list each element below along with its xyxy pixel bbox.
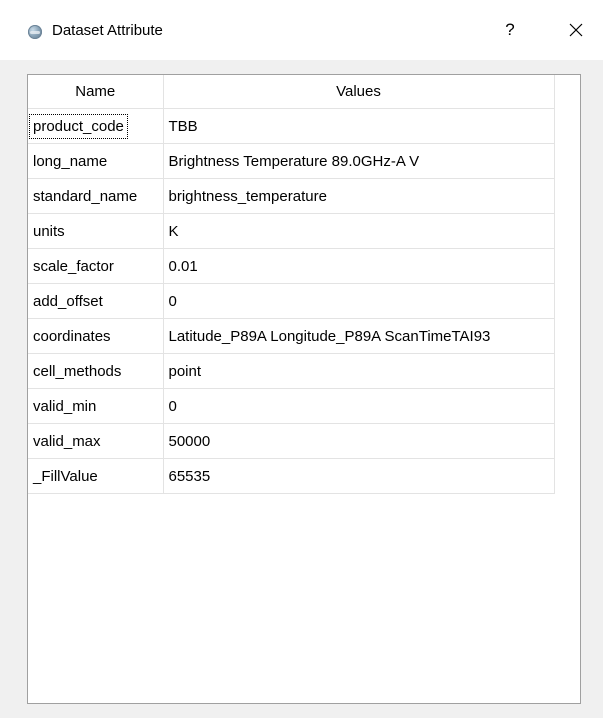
attribute-table-view[interactable]: Name Values product_code TBB long_name Brig… <box>27 74 581 704</box>
attribute-name-cell[interactable]: units <box>28 213 164 249</box>
attribute-name-cell[interactable]: add_offset <box>28 283 164 319</box>
app-icon <box>28 25 42 39</box>
attribute-value-cell[interactable]: Latitude_P89A Longitude_P89A ScanTimeTAI… <box>163 318 555 354</box>
table-row[interactable]: add_offset 0 <box>28 283 555 319</box>
attribute-name: units <box>33 222 65 240</box>
help-button[interactable]: ? <box>492 14 528 46</box>
attribute-name: valid_max <box>33 432 101 450</box>
title-bar[interactable]: Dataset Attribute ? <box>0 0 603 60</box>
table-row[interactable]: valid_max 50000 <box>28 423 555 459</box>
attribute-value-cell[interactable]: K <box>163 213 555 249</box>
attribute-value-cell[interactable]: point <box>163 353 555 389</box>
table-row[interactable]: _FillValue 65535 <box>28 458 555 494</box>
attribute-name-cell[interactable]: long_name <box>28 143 164 179</box>
table-row[interactable]: cell_methods point <box>28 353 555 389</box>
attribute-name: standard_name <box>33 187 138 205</box>
attribute-name-cell[interactable]: standard_name <box>28 178 164 214</box>
attribute-name-cell[interactable]: cell_methods <box>28 353 164 389</box>
close-icon <box>569 23 583 37</box>
attribute-name: _FillValue <box>33 467 98 485</box>
attribute-name: long_name <box>33 152 108 170</box>
attribute-value-cell[interactable]: 0.01 <box>163 248 555 284</box>
column-header-name[interactable]: Name <box>28 75 164 109</box>
attribute-name: cell_methods <box>33 362 122 380</box>
attribute-name: coordinates <box>33 327 111 345</box>
window-title: Dataset Attribute <box>52 22 163 39</box>
table-row[interactable]: scale_factor 0.01 <box>28 248 555 284</box>
attribute-name: valid_min <box>33 397 97 415</box>
attribute-name-cell[interactable]: coordinates <box>28 318 164 354</box>
table-row[interactable]: standard_name brightness_temperature <box>28 178 555 214</box>
table-row[interactable]: long_name Brightness Temperature 89.0GHz-… <box>28 143 555 179</box>
table-row[interactable]: units K <box>28 213 555 249</box>
table-row[interactable]: coordinates Latitude_P89A Longitude_P89A … <box>28 318 555 354</box>
attribute-value-cell[interactable]: Brightness Temperature 89.0GHz-A V <box>163 143 555 179</box>
attribute-value-cell[interactable]: TBB <box>163 108 555 144</box>
attribute-name-cell[interactable]: valid_min <box>28 388 164 424</box>
attribute-name-cell[interactable]: valid_max <box>28 423 164 459</box>
attribute-name: add_offset <box>33 292 103 310</box>
attribute-value-cell[interactable]: 0 <box>163 283 555 319</box>
column-header-values[interactable]: Values <box>163 75 555 109</box>
close-button[interactable] <box>558 14 594 46</box>
attribute-name-cell[interactable]: product_code <box>28 108 164 144</box>
table-row[interactable]: valid_min 0 <box>28 388 555 424</box>
attribute-value-cell[interactable]: 50000 <box>163 423 555 459</box>
attribute-name: product_code <box>29 113 128 139</box>
table-row[interactable]: product_code TBB <box>28 108 555 144</box>
dataset-attribute-dialog: Dataset Attribute ? Name Values product_… <box>0 0 603 718</box>
attribute-table: Name Values product_code TBB long_name Brig… <box>28 75 555 494</box>
table-header-row: Name Values <box>28 75 555 109</box>
attribute-name-cell[interactable]: scale_factor <box>28 248 164 284</box>
attribute-name-cell[interactable]: _FillValue <box>28 458 164 494</box>
attribute-value-cell[interactable]: 0 <box>163 388 555 424</box>
attribute-name: scale_factor <box>33 257 114 275</box>
attribute-value-cell[interactable]: 65535 <box>163 458 555 494</box>
attribute-value-cell[interactable]: brightness_temperature <box>163 178 555 214</box>
